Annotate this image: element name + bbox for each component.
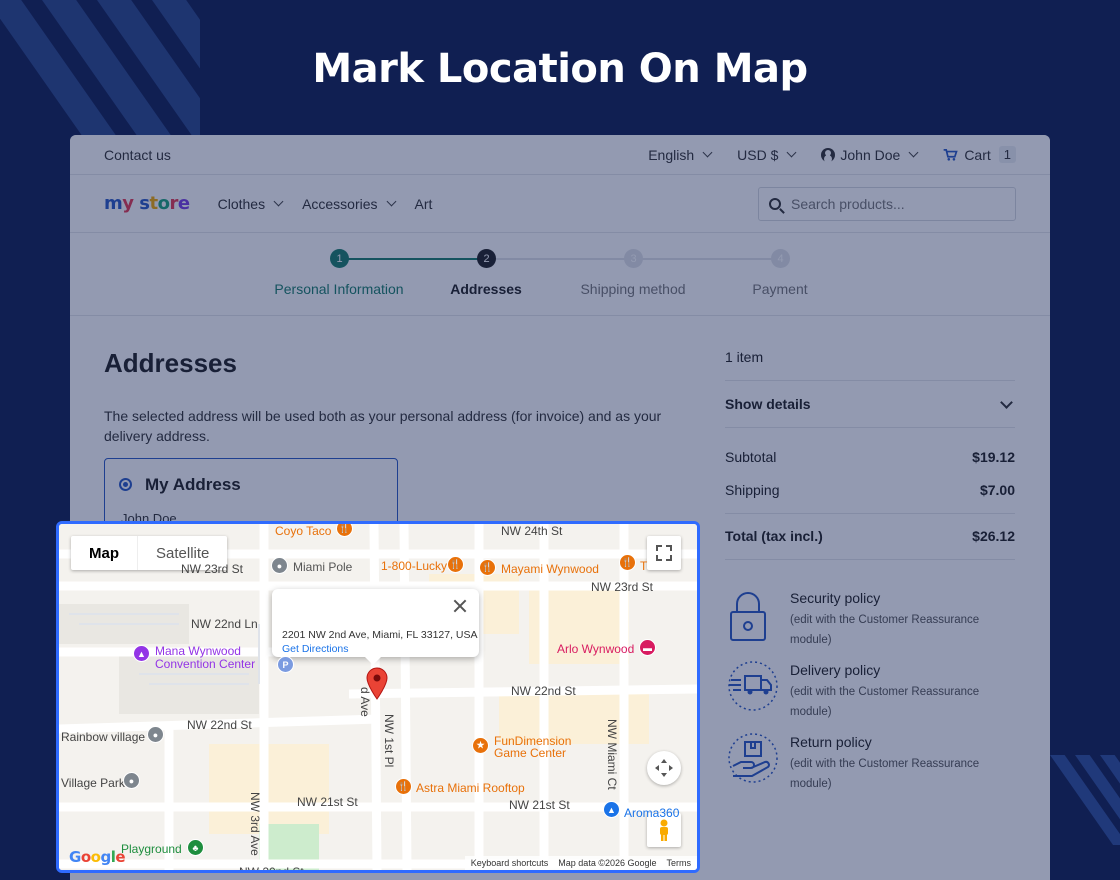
place-icon[interactable]: ●	[147, 726, 164, 743]
map-attribution: Keyboard shortcuts Map data ©2026 Google…	[464, 856, 697, 870]
street-label: NW 22nd St	[187, 718, 252, 732]
street-label: NW 21st St	[297, 795, 358, 809]
hotel-icon[interactable]: ▬	[639, 639, 656, 656]
street-label: NW 24th St	[501, 524, 563, 538]
restaurant-icon[interactable]: 🍴	[447, 556, 464, 573]
street-label: NW 20nd St	[239, 865, 304, 873]
restaurant-icon[interactable]: 🍴	[479, 559, 496, 576]
poi-label: T	[640, 559, 648, 573]
street-label: NW 23rd St	[181, 562, 244, 576]
info-address: 2201 NW 2nd Ave, Miami, FL 33127, USA	[282, 629, 478, 641]
parking-icon[interactable]: P	[277, 656, 294, 673]
page-title: Mark Location On Map	[312, 46, 808, 92]
fullscreen-icon	[656, 545, 662, 551]
convention-center-icon[interactable]: ▲	[133, 645, 150, 662]
poi-label: Astra Miami Rooftop	[416, 781, 525, 795]
camera-control-button[interactable]	[647, 751, 681, 785]
fullscreen-button[interactable]	[647, 536, 681, 570]
street-label: NW Miami Ct	[605, 719, 619, 790]
poi-label: 1-800-Lucky	[381, 559, 448, 573]
poi-label: Village Park	[61, 776, 125, 790]
map-data-text: Map data ©2026 Google	[558, 858, 657, 868]
poi-label: Miami Pole	[293, 560, 353, 574]
street-label: NW 1st Pl	[382, 714, 396, 768]
poi-label: Rainbow village	[61, 730, 146, 744]
place-icon[interactable]: ●	[123, 772, 140, 789]
street-label: NW 21st St	[509, 798, 570, 812]
poi-label: Playground	[121, 842, 182, 856]
restaurant-icon[interactable]: 🍴	[619, 554, 636, 571]
tab-map[interactable]: Map	[71, 536, 138, 570]
keyboard-shortcuts-link[interactable]: Keyboard shortcuts	[471, 858, 549, 868]
shop-icon[interactable]: ▲	[603, 801, 620, 818]
close-icon[interactable]	[453, 599, 467, 613]
street-label: NW 23rd St	[591, 580, 654, 594]
poi-label: Aroma360	[624, 806, 680, 820]
map-info-window: 2201 NW 2nd Ave, Miami, FL 33127, USA Ge…	[272, 589, 479, 665]
place-icon[interactable]: ●	[271, 557, 288, 574]
location-map[interactable]: Map Satellite 2201 NW 2nd Ave, Miami, FL…	[56, 521, 700, 873]
move-arrows-icon	[655, 759, 673, 777]
decorative-stripes-bottom-right	[1040, 755, 1120, 845]
street-label: d Ave	[358, 687, 372, 717]
poi-label: Mayami Wynwood	[501, 562, 599, 576]
google-logo: Google	[69, 848, 126, 866]
get-directions-link[interactable]: Get Directions	[282, 643, 349, 655]
pegman-icon	[660, 819, 668, 841]
street-label: NW 22nd Ln	[191, 617, 258, 631]
poi-label: Coyo Taco	[275, 524, 332, 538]
poi-label: Mana Wynwood Convention Center	[155, 644, 256, 671]
terms-link[interactable]: Terms	[667, 858, 692, 868]
game-center-icon[interactable]: ★	[472, 737, 489, 754]
poi-label: Arlo Wynwood	[557, 642, 635, 656]
poi-label: FunDimension Game Center	[494, 734, 572, 760]
restaurant-icon[interactable]: 🍴	[395, 778, 412, 795]
street-label: NW 22nd St	[511, 684, 576, 698]
street-label: NW 3rd Ave	[248, 792, 262, 856]
park-icon[interactable]: ♣	[187, 839, 204, 856]
